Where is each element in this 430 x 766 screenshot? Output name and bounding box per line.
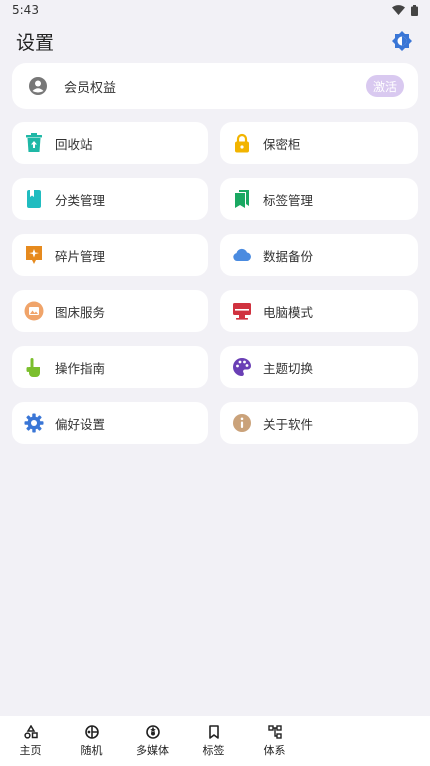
nav-label: 体系: [263, 744, 286, 757]
book-icon: [24, 189, 44, 209]
pointer-icon: [24, 357, 44, 377]
nav-label: 多媒体: [136, 744, 169, 757]
nav-random[interactable]: 随机: [61, 716, 122, 758]
nav-multimedia[interactable]: 多媒体: [122, 716, 183, 758]
nav-label: 随机: [80, 744, 103, 757]
info-icon: [232, 413, 252, 433]
tile-desktop-mode[interactable]: 电脑模式: [220, 290, 418, 332]
tile-theme-switch[interactable]: 主题切换: [220, 346, 418, 388]
dice-icon: [84, 725, 99, 739]
cloud-icon: [232, 245, 252, 265]
brightness-icon: [392, 31, 412, 51]
status-time: 5:43: [12, 3, 39, 17]
tile-tag-management[interactable]: 标签管理: [220, 178, 418, 220]
nav-home[interactable]: 主页: [0, 716, 61, 758]
member-benefits-label: 会员权益: [64, 80, 117, 96]
tile-about[interactable]: 关于软件: [220, 402, 418, 444]
lock-icon: [232, 133, 252, 153]
status-icons: [392, 4, 418, 16]
monitor-icon: [232, 301, 252, 321]
bottom-navigation: 主页 随机 多媒体 标签 体系: [0, 716, 430, 766]
tile-label: 回收站: [55, 136, 93, 152]
tile-label: 操作指南: [55, 360, 106, 376]
tile-image-hosting[interactable]: 图床服务: [12, 290, 208, 332]
wifi-icon: [392, 5, 405, 15]
trash-icon: [24, 133, 44, 153]
tile-fragment-management[interactable]: 碎片管理: [12, 234, 208, 276]
nav-label: 标签: [202, 744, 225, 757]
page-title: 设置: [16, 31, 55, 54]
image-icon: [24, 301, 44, 321]
tile-preferences[interactable]: 偏好设置: [12, 402, 208, 444]
tile-data-backup[interactable]: 数据备份: [220, 234, 418, 276]
activate-button[interactable]: 激活: [366, 75, 404, 97]
palette-icon: [232, 357, 252, 377]
nav-system[interactable]: 体系: [244, 716, 305, 758]
tile-category-management[interactable]: 分类管理: [12, 178, 208, 220]
brightness-toggle-button[interactable]: [390, 29, 414, 53]
tile-label: 关于软件: [263, 416, 314, 432]
tile-recycle-bin[interactable]: 回收站: [12, 122, 208, 164]
hierarchy-icon: [267, 725, 282, 739]
tile-label: 碎片管理: [55, 248, 106, 264]
shapes-icon: [23, 725, 38, 739]
sparkle-icon: [24, 245, 44, 265]
account-circle-icon: [28, 76, 48, 96]
tile-label: 数据备份: [263, 248, 314, 264]
tile-label: 分类管理: [55, 192, 106, 208]
aperture-icon: [145, 725, 160, 739]
tile-label: 主题切换: [263, 360, 314, 376]
settings-grid: 回收站 保密柜 分类管理 标签管理 碎片管理 数据备份 图床服务 电脑模式 操作…: [12, 122, 418, 444]
tile-label: 图床服务: [55, 304, 106, 320]
tile-label: 偏好设置: [55, 416, 106, 432]
status-bar: 5:43: [0, 0, 430, 20]
header: 设置: [0, 26, 430, 56]
tile-label: 保密柜: [263, 136, 301, 152]
tile-operation-guide[interactable]: 操作指南: [12, 346, 208, 388]
tile-safe[interactable]: 保密柜: [220, 122, 418, 164]
battery-icon: [411, 4, 418, 16]
tile-label: 标签管理: [263, 192, 314, 208]
nav-label: 主页: [19, 744, 42, 757]
tile-label: 电脑模式: [263, 304, 314, 320]
bookmark-icon: [208, 725, 219, 739]
gear-icon: [24, 413, 44, 433]
member-benefits-card[interactable]: 会员权益 激活: [12, 63, 418, 109]
nav-tags[interactable]: 标签: [183, 716, 244, 758]
bookmarks-icon: [232, 189, 252, 209]
